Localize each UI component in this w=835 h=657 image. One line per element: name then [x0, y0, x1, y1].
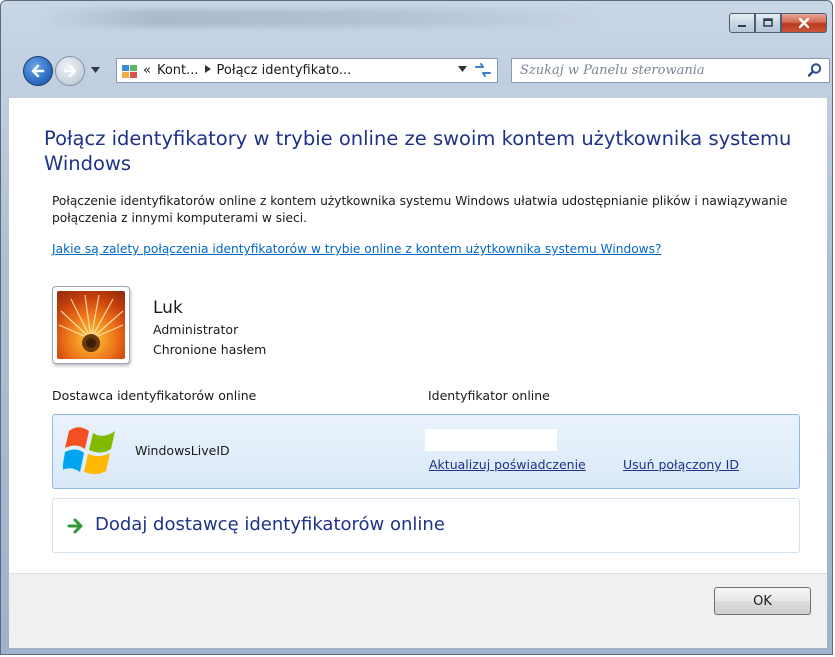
- maximize-icon: [763, 18, 773, 27]
- maximize-button[interactable]: [755, 13, 781, 33]
- online-id-value: [425, 429, 557, 451]
- remove-linked-id-label: Usuń połączony ID: [623, 457, 739, 472]
- forward-arrow-icon: [63, 64, 77, 78]
- minimize-icon: [738, 25, 746, 27]
- address-bar[interactable]: « Kont... Połącz identyfikato...: [116, 58, 498, 83]
- chevron-down-icon: [458, 66, 467, 72]
- refresh-button[interactable]: [473, 60, 493, 79]
- search-placeholder: Szukaj w Panelu sterowania: [520, 63, 705, 78]
- add-provider-button[interactable]: Dodaj dostawcę identyfikatorów online: [52, 498, 800, 553]
- user-role: Administrator: [153, 322, 239, 337]
- user-password-status: Chronione hasłem: [153, 342, 267, 357]
- search-input[interactable]: Szukaj w Panelu sterowania: [511, 58, 830, 83]
- remove-linked-id-link[interactable]: Usuń połączony ID: [623, 457, 739, 472]
- breadcrumb-separator-icon[interactable]: [204, 65, 211, 76]
- column-header-online-id: Identyfikator online: [428, 388, 550, 403]
- close-button[interactable]: [781, 13, 827, 33]
- refresh-icon: [475, 62, 491, 77]
- back-button[interactable]: [23, 56, 53, 86]
- column-header-provider: Dostawca identyfikatorów online: [52, 388, 257, 403]
- avatar: [52, 286, 130, 364]
- ok-button[interactable]: OK: [714, 587, 811, 615]
- window-controls: [729, 13, 827, 33]
- navigation-bar: « Kont... Połącz identyfikato... Szukaj …: [1, 51, 832, 91]
- forward-button[interactable]: [55, 56, 85, 86]
- green-arrow-icon: [67, 518, 83, 534]
- windows-logo-icon: [63, 427, 115, 475]
- control-panel-icon: [121, 63, 139, 79]
- breadcrumb-item-control-panel[interactable]: Kont...: [157, 63, 199, 78]
- footer-pane: [9, 573, 827, 648]
- address-dropdown[interactable]: [458, 65, 467, 74]
- page-title: Połącz identyfikatory w trybie online ze…: [44, 127, 792, 175]
- back-arrow-icon: [31, 64, 45, 78]
- add-provider-label: Dodaj dostawcę identyfikatorów online: [95, 514, 445, 535]
- search-icon[interactable]: [807, 62, 823, 78]
- provider-name: WindowsLiveID: [135, 443, 230, 458]
- breadcrumb-overflow[interactable]: «: [143, 63, 151, 78]
- update-credentials-label: Aktualizuj poświadczenie: [429, 457, 586, 472]
- chevron-down-icon: [91, 67, 100, 73]
- recent-pages-dropdown[interactable]: [91, 66, 100, 75]
- title-bar-glass: [41, 9, 601, 27]
- minimize-button[interactable]: [729, 13, 755, 33]
- title-bar[interactable]: [1, 1, 832, 43]
- breadcrumb-item-current[interactable]: Połącz identyfikato...: [217, 63, 352, 78]
- user-name: Luk: [153, 298, 183, 318]
- provider-row[interactable]: WindowsLiveID Aktualizuj poświadczenie U…: [52, 414, 800, 489]
- update-credentials-link[interactable]: Aktualizuj poświadczenie: [429, 457, 586, 472]
- flower-picture: [57, 291, 125, 359]
- help-link[interactable]: Jakie są zalety połączenia identyfikator…: [52, 242, 661, 256]
- close-icon: [798, 17, 810, 29]
- page-description: Połączenie identyfikatorów online z kont…: [52, 194, 788, 225]
